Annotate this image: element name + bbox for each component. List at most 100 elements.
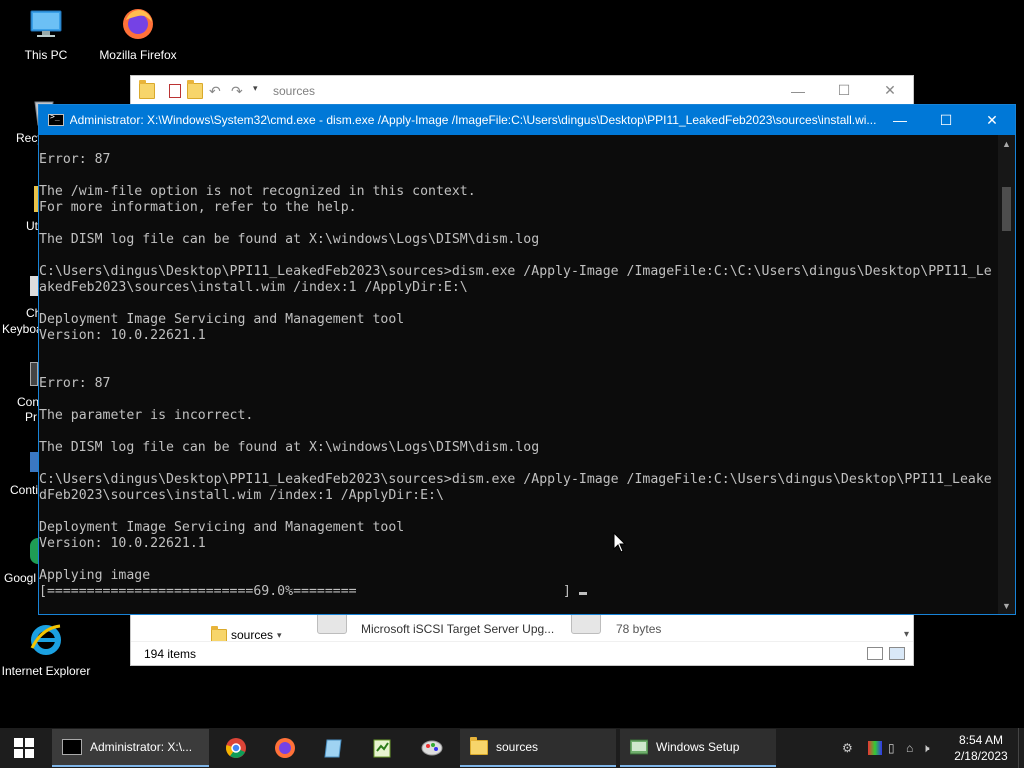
console-line: The DISM log file can be found at X:\win… xyxy=(39,440,540,455)
color-app-icon[interactable] xyxy=(868,741,882,755)
scroll-up-icon[interactable]: ▲ xyxy=(998,139,1015,149)
new-folder-icon[interactable] xyxy=(187,79,203,99)
console-line: Applying image xyxy=(39,568,151,583)
control-icon[interactable] xyxy=(30,452,38,472)
properties-icon[interactable] xyxy=(169,83,181,98)
text-cursor xyxy=(578,592,587,595)
notepad-plus-icon xyxy=(373,739,391,758)
nav-pane-item-sources[interactable]: sources ▾ xyxy=(211,625,282,642)
console-line: The /wim-file option is not recognized i… xyxy=(39,184,476,199)
explorer-title: sources xyxy=(273,83,316,98)
console-scrollbar[interactable]: ▲ ▼ xyxy=(998,135,1015,614)
taskbar-app-label: Administrator: X:\... xyxy=(90,740,193,754)
console-line: The DISM log file can be found at X:\win… xyxy=(39,232,540,247)
undo-icon[interactable]: ↶ xyxy=(209,83,225,99)
mouse-pointer-icon xyxy=(613,531,627,557)
desktop-icon-this-pc[interactable]: This PC xyxy=(0,6,92,62)
desktop-icon-label-google: Googl xyxy=(4,571,37,585)
item-count: 194 items xyxy=(144,646,197,661)
console-output[interactable]: Error: 87 The /wim-file option is not rec… xyxy=(39,135,999,614)
large-icons-view-icon[interactable] xyxy=(889,647,905,660)
cmd-icon xyxy=(48,112,64,126)
minimize-button[interactable]: — xyxy=(877,105,923,135)
maximize-button[interactable]: ☐ xyxy=(821,76,867,106)
console-line: Error: 87 xyxy=(39,152,111,167)
maximize-button[interactable]: ☐ xyxy=(923,105,969,135)
file-item-name[interactable]: Microsoft iSCSI Target Server Upg... xyxy=(361,622,554,636)
console-line: C:\Users\dingus\Desktop\PPI11_LeakedFeb2… xyxy=(39,264,992,279)
google-chrome-icon[interactable] xyxy=(30,538,38,564)
redo-icon[interactable]: ↷ xyxy=(231,83,247,99)
chevron-down-icon[interactable]: ▾ xyxy=(253,83,263,99)
show-desktop-button[interactable] xyxy=(1018,728,1024,768)
taskbar-app-windows-setup[interactable]: Windows Setup xyxy=(620,729,776,767)
chevron-down-icon[interactable]: ▾ xyxy=(277,630,282,641)
desktop-icon-internet-explorer[interactable]: Internet Explorer xyxy=(0,622,92,678)
clock-date: 2/18/2023 xyxy=(954,749,1008,763)
console-line: Deployment Image Servicing and Managemen… xyxy=(39,312,405,327)
console-line: dFeb2023\sources\install.wim /index:1 /A… xyxy=(39,488,444,503)
volume-muted-icon[interactable]: 🕨 xyxy=(922,741,944,756)
scroll-down-icon[interactable]: ▾ xyxy=(904,629,909,640)
close-button[interactable]: ✕ xyxy=(969,105,1015,135)
console-line: For more information, refer to the help. xyxy=(39,200,357,215)
this-pc-icon xyxy=(28,6,64,42)
progress-line: [==========================69.0%========… xyxy=(39,584,999,600)
minimize-button[interactable]: — xyxy=(775,76,821,106)
folder-icon xyxy=(139,79,155,99)
close-button[interactable]: ✕ xyxy=(867,76,913,106)
command-prompt-window[interactable]: Administrator: X:\Windows\System32\cmd.e… xyxy=(38,104,1016,615)
clock[interactable]: 8:54 AM 2/18/2023 xyxy=(944,732,1018,764)
quick-access-toolbar: ↶ ↷ ▾ xyxy=(139,79,263,99)
explorer-titlebar[interactable]: ↶ ↷ ▾ sources — ☐ ✕ xyxy=(131,76,913,106)
taskbar-pin-notepad-plus[interactable] xyxy=(368,728,396,768)
taskbar-app-cmd[interactable]: Administrator: X:\... xyxy=(52,729,209,767)
firefox-icon xyxy=(275,738,295,758)
scroll-down-icon[interactable]: ▼ xyxy=(998,601,1015,611)
nav-item-label: sources xyxy=(231,628,274,642)
console-line: The parameter is incorrect. xyxy=(39,408,254,423)
notepad-icon xyxy=(324,739,342,758)
explorer-statusbar: 194 items xyxy=(131,641,913,665)
desktop-icon-firefox[interactable]: Mozilla Firefox xyxy=(92,6,184,62)
start-button[interactable] xyxy=(0,728,48,768)
scrollbar-thumb[interactable] xyxy=(1002,187,1011,231)
desktop-icon-label-pr: Pr xyxy=(25,410,37,424)
console-line: akedFeb2023\sources\install.wim /index:1… xyxy=(39,280,468,295)
taskbar-pin-notepad[interactable] xyxy=(320,728,348,768)
system-tray: ⚙ ▯ ⌂ 🕨 8:54 AM 2/18/2023 xyxy=(842,728,1024,768)
clock-time: 8:54 AM xyxy=(958,733,1004,747)
taskbar-pin-chrome[interactable] xyxy=(222,728,250,768)
internet-explorer-icon xyxy=(28,622,64,658)
cmd-title: Administrator: X:\Windows\System32\cmd.e… xyxy=(69,113,877,127)
tray-chevron-icon[interactable]: ⌂ xyxy=(906,741,922,755)
network-icon[interactable]: ⚙ xyxy=(842,741,862,755)
taskbar-pin-paint[interactable] xyxy=(418,728,446,768)
control-panel-icon[interactable] xyxy=(30,362,38,386)
console-line: Version: 10.0.22621.1 xyxy=(39,536,206,551)
details-view-icon[interactable] xyxy=(867,647,883,660)
folder-icon xyxy=(470,736,488,755)
cmd-titlebar[interactable]: Administrator: X:\Windows\System32\cmd.e… xyxy=(39,105,1015,135)
taskbar-app-explorer[interactable]: sources xyxy=(460,729,616,767)
desktop-icon-label-con: Con xyxy=(17,395,40,409)
keyboard-icon[interactable] xyxy=(30,276,38,296)
taskbar-pin-firefox[interactable] xyxy=(271,728,299,768)
console-line: Version: 10.0.22621.1 xyxy=(39,328,206,343)
desktop-icon-label-keyboard: Keyboa xyxy=(2,322,43,336)
taskbar-app-label: sources xyxy=(496,740,539,754)
windows-logo-icon xyxy=(14,738,34,758)
console-line: C:\Users\dingus\Desktop\PPI11_LeakedFeb2… xyxy=(39,472,992,487)
taskbar-app-label: Windows Setup xyxy=(656,740,740,754)
desktop-icon-label: Mozilla Firefox xyxy=(99,48,177,62)
windows-setup-icon xyxy=(630,739,648,755)
usb-icon[interactable]: ▯ xyxy=(888,741,906,755)
